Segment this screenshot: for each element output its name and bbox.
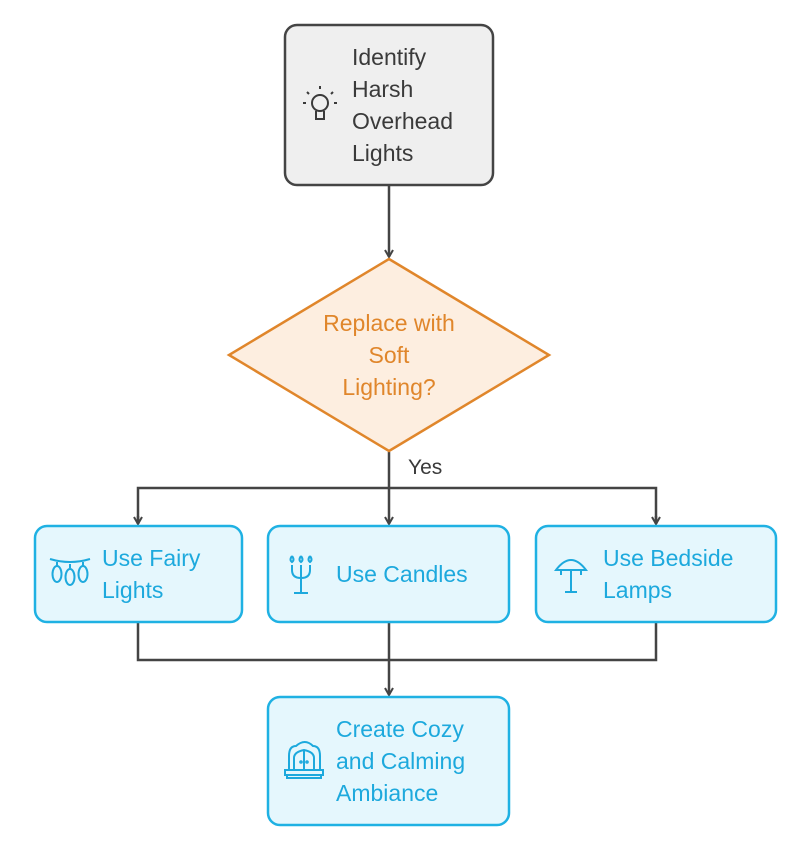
decision-node-label: Replace with Soft Lighting? xyxy=(323,310,455,400)
edge-yes-branch xyxy=(136,486,658,524)
yes-edge-label: Yes xyxy=(408,456,443,479)
edge-merge xyxy=(136,622,658,662)
lamps-node-label: Use Bedside Lamps xyxy=(603,545,734,603)
flowchart: Identify Harsh Overhead Lights Replace w… xyxy=(0,0,810,848)
fairy-node-label: Use Fairy Lights xyxy=(102,545,201,603)
start-node-label: Identify Harsh Overhead Lights xyxy=(352,44,454,166)
result-node-label: Create Cozy and Calming Ambiance xyxy=(336,716,466,806)
candles-node-label: Use Candles xyxy=(336,561,468,587)
